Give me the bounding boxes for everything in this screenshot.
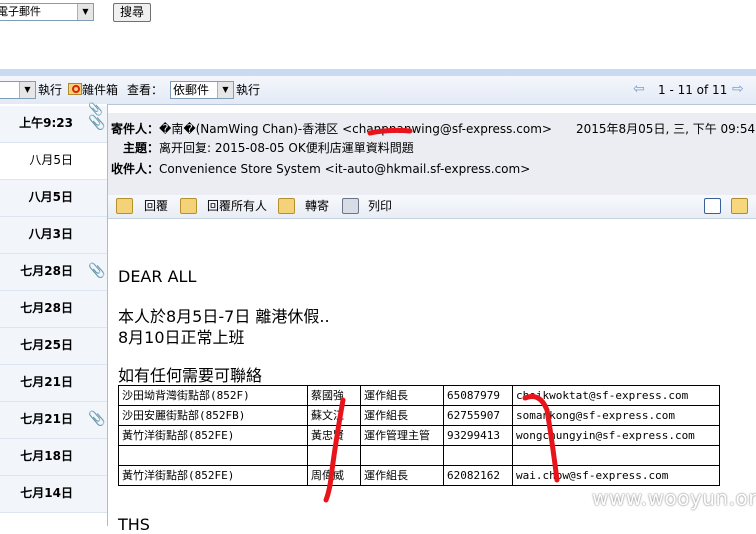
redaction-stroke-emails bbox=[522, 394, 560, 483]
redaction-stroke-email bbox=[367, 127, 413, 136]
redaction-stroke-names bbox=[323, 397, 346, 503]
watermark: www.wooyun.org bbox=[592, 486, 756, 510]
redaction-marks bbox=[323, 127, 560, 503]
